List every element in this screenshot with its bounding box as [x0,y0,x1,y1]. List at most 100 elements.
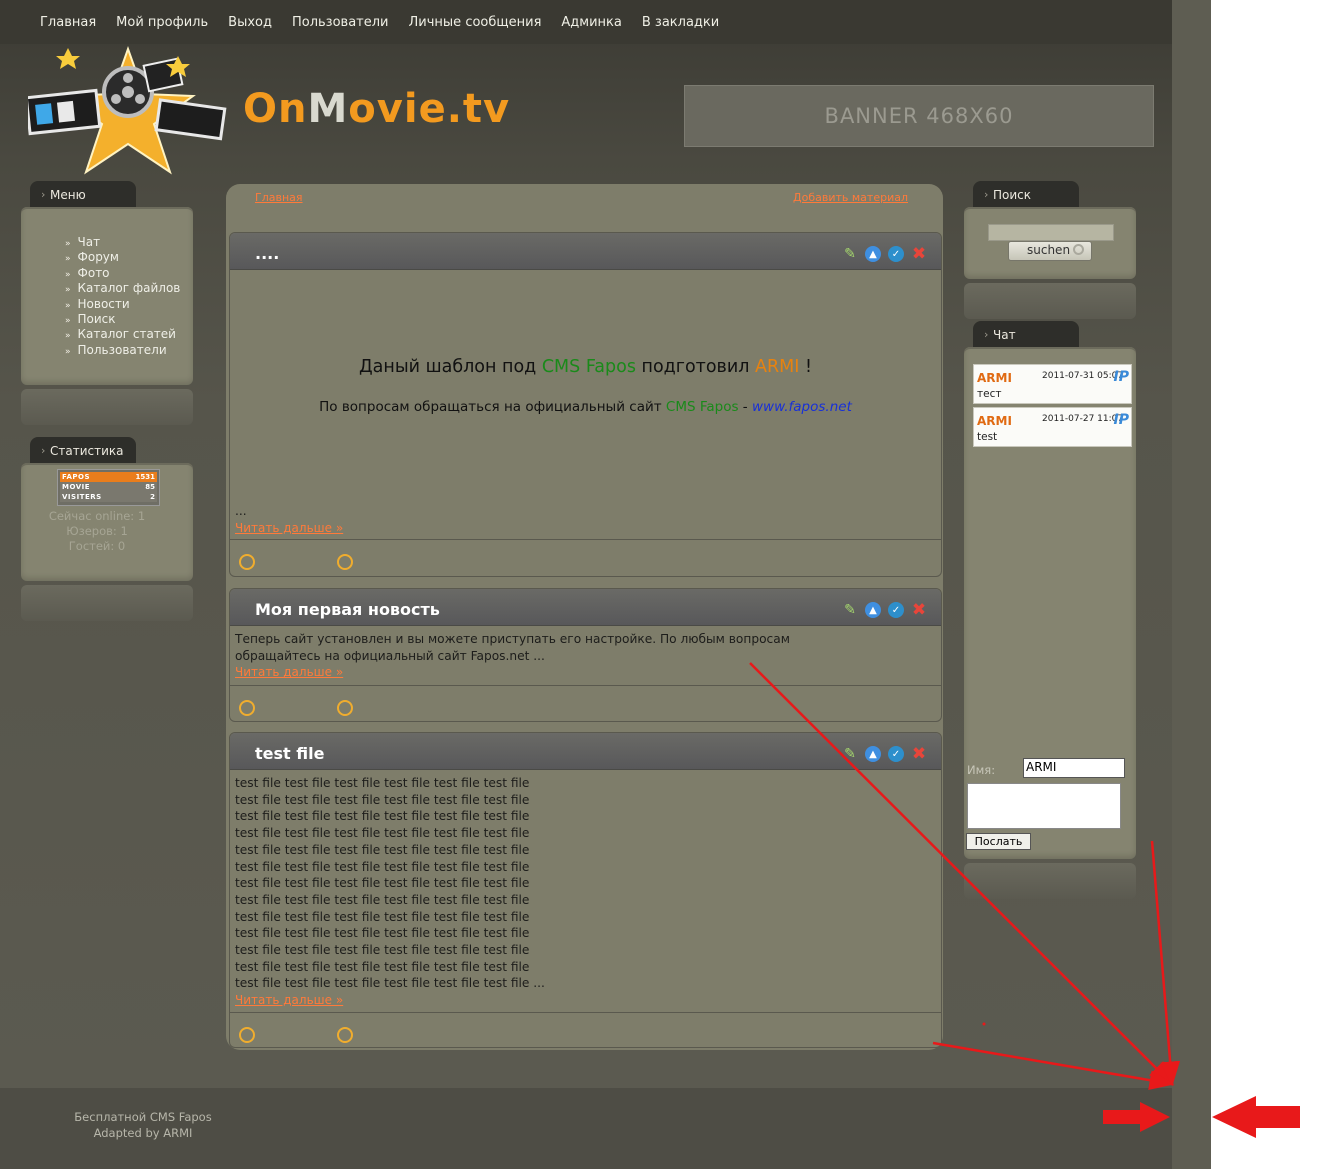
post: Моя первая новость ✎ ▲ ✓ ✖ Теперь сайт у… [229,588,942,722]
chat-user[interactable]: ARMI [977,371,1012,385]
top-bar: Главная Мой профиль Выход Пользователи Л… [0,0,1211,44]
menu-item-forum[interactable]: » Форум [65,250,180,265]
stats-users: Юзеров: 1 [66,524,128,538]
nav-messages[interactable]: Личные сообщения [409,15,542,30]
logo-text[interactable]: OnMovie.tv [243,86,510,132]
menu-box: » Чат » Форум » Фото » Каталог файлов » Новос… [21,207,193,385]
menu-item-chat[interactable]: » Чат [65,235,180,250]
search-input[interactable] [988,224,1114,241]
read-more-link[interactable]: Читать дальше » [235,521,343,535]
fapos-link[interactable]: www.fapos.net [752,399,852,415]
check-icon[interactable]: ✓ [888,602,904,618]
delete-icon[interactable]: ✖ [911,244,927,264]
visitor-counter[interactable]: FAPOS 1531 MOVIE 85 VISITERS 2 [57,469,160,506]
stats-tab: › Статистика [30,437,136,463]
stats-title: Статистика [50,444,124,458]
post-header: test file ✎ ▲ ✓ ✖ [230,733,941,770]
check-icon[interactable]: ✓ [888,746,904,762]
chevron-right-icon: › [41,444,46,457]
post-title[interactable]: .... [255,244,279,263]
chat-tab: › Чат [973,321,1079,347]
post: test file ✎ ▲ ✓ ✖ test file test file te… [229,732,942,1048]
post-body: ... Читать дальше » [235,504,344,535]
chat-message-input[interactable] [967,783,1121,829]
check-icon[interactable]: ✓ [888,246,904,262]
bullet-icon: » [65,315,71,326]
stats-box: FAPOS 1531 MOVIE 85 VISITERS 2 Сейчас onlin… [21,463,193,581]
breadcrumb-home[interactable]: Главная [255,191,303,204]
ip-icon[interactable]: IP [1114,369,1129,385]
chat-user[interactable]: ARMI [977,414,1012,428]
arrow-up-icon[interactable]: ▲ [865,246,881,262]
edit-icon[interactable]: ✎ [842,746,858,762]
chevron-right-icon: › [984,328,989,341]
post-body: test file test file test file test file … [235,776,545,1008]
edit-icon[interactable]: ✎ [842,246,858,262]
post-tools: ✎ ▲ ✓ ✖ [842,244,927,264]
post-divider [230,539,941,540]
chat-text: test [977,431,998,443]
menu-item-news[interactable]: » Новости [65,297,180,312]
chat-title: Чат [993,328,1016,342]
bullet-icon: » [65,331,71,342]
read-more-link[interactable]: Читать дальше » [235,665,343,679]
nav-admin[interactable]: Админка [561,15,621,30]
menu-item-search[interactable]: » Поиск [65,312,180,327]
nav-home[interactable]: Главная [40,15,96,30]
arrow-up-icon[interactable]: ▲ [865,746,881,762]
post-tools: ✎ ▲ ✓ ✖ [842,744,927,764]
bullet-icon: » [65,300,71,311]
post-divider [230,685,941,686]
stats-guests: Гостей: 0 [68,539,126,553]
menu-tab: › Меню [30,181,136,207]
banner-placeholder[interactable]: BANNER 468X60 [684,85,1154,147]
add-material-link[interactable]: Добавить материал [793,191,908,204]
views-icon [239,554,255,570]
stats-box-footer [21,585,193,621]
nav-logout[interactable]: Выход [228,15,272,30]
counter-row: VISITERS 2 [60,492,157,502]
chat-name-label: Имя: [967,763,996,777]
menu-item-photo[interactable]: » Фото [65,266,180,281]
chat-message: ARMI 2011-07-27 11:07 IP test [973,407,1132,447]
menu-title: Меню [50,188,86,202]
chat-box-footer [964,863,1136,899]
post: .... ✎ ▲ ✓ ✖ Даный шаблон под CMS Fapos … [229,232,942,577]
chevron-right-icon: › [984,188,989,201]
read-more-link[interactable]: Читать дальше » [235,993,343,1007]
menu-item-files[interactable]: » Каталог файлов [65,281,180,296]
delete-icon[interactable]: ✖ [911,600,927,620]
chat-text: тест [977,388,1002,400]
bullet-icon: » [65,346,71,357]
chat-date: 2011-07-27 11:07 [1042,414,1124,424]
ip-icon[interactable]: IP [1114,412,1129,428]
post-body: Теперь сайт установлен и вы можете прист… [235,632,790,680]
edit-icon[interactable]: ✎ [842,602,858,618]
chat-box: ARMI 2011-07-31 05:07 IP тест ARMI 2011-… [964,347,1136,859]
logo-film-star-icon[interactable] [28,44,228,179]
stats-online: Сейчас online: 1 [48,509,146,523]
menu-list: » Чат » Форум » Фото » Каталог файлов » Новос… [65,235,180,358]
arrow-up-icon[interactable]: ▲ [865,602,881,618]
post-header: .... ✎ ▲ ✓ ✖ [230,233,941,270]
post-divider [230,1012,941,1013]
footer-cms: Бесплатной CMS Fapos [74,1110,212,1124]
nav-bookmarks[interactable]: В закладки [642,15,719,30]
post-tools: ✎ ▲ ✓ ✖ [842,600,927,620]
nav-users[interactable]: Пользователи [292,15,389,30]
post-meta [239,1027,429,1043]
top-nav: Главная Мой профиль Выход Пользователи Л… [40,15,719,30]
delete-icon[interactable]: ✖ [911,744,927,764]
post-title[interactable]: test file [255,744,324,763]
chat-send-button[interactable]: Послать [966,833,1031,850]
nav-profile[interactable]: Мой профиль [116,15,208,30]
chat-name-input[interactable]: ARMI [1023,758,1125,778]
footer-adapted: Adapted by ARMI [93,1126,193,1140]
search-button[interactable]: suchen [1008,241,1092,261]
post-meta [239,554,429,570]
menu-item-articles[interactable]: » Каталог статей [65,327,180,342]
post-title[interactable]: Моя первая новость [255,600,440,619]
search-box-footer [964,283,1136,319]
bullet-icon: » [65,254,71,265]
menu-item-users[interactable]: » Пользователи [65,343,180,358]
